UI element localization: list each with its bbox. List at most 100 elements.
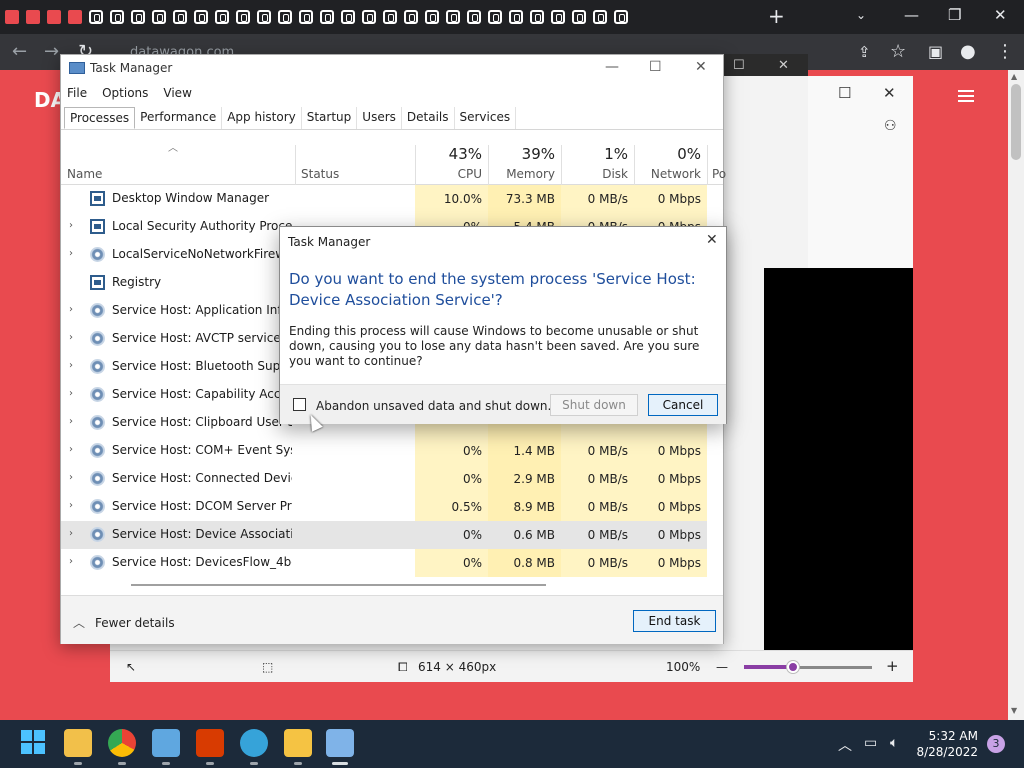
- snip-people-icon[interactable]: ⚇: [884, 118, 897, 134]
- browser-tab-favicon[interactable]: [278, 10, 292, 24]
- share-icon[interactable]: ⇪: [858, 42, 871, 62]
- col-name[interactable]: Name: [67, 167, 102, 181]
- network-total[interactable]: 0%: [634, 145, 701, 163]
- hamburger-menu-icon[interactable]: [958, 90, 974, 102]
- browser-tab-favicon[interactable]: [110, 10, 124, 24]
- col-disk[interactable]: Disk: [561, 167, 628, 181]
- cpu-total[interactable]: 43%: [415, 145, 482, 163]
- col-cpu[interactable]: CPU: [415, 167, 482, 181]
- start-button[interactable]: [20, 729, 48, 757]
- menu-kebab-icon[interactable]: ⋮: [996, 42, 1014, 62]
- table-row[interactable]: › Service Host: Connected Device... 0%2.9 …: [61, 465, 707, 493]
- abandon-data-checkbox[interactable]: [293, 398, 306, 411]
- browser-tab-favicon[interactable]: [236, 10, 250, 24]
- chrome-icon[interactable]: [108, 729, 136, 757]
- browser-tab-favicon[interactable]: [572, 10, 586, 24]
- cancel-button[interactable]: Cancel: [648, 394, 718, 416]
- expand-chevron-icon[interactable]: ›: [69, 304, 73, 315]
- tm-minimize-icon[interactable]: —: [605, 59, 619, 75]
- col-network[interactable]: Network: [634, 167, 701, 181]
- restore-button[interactable]: ❐: [948, 6, 961, 24]
- browser-tab-favicon[interactable]: [425, 10, 439, 24]
- browser-tab-favicon[interactable]: [299, 10, 313, 24]
- bookmark-star-icon[interactable]: ☆: [890, 42, 906, 62]
- back-icon[interactable]: ←: [12, 42, 27, 62]
- new-tab-button[interactable]: +: [768, 6, 785, 26]
- selection-tool-icon[interactable]: ⬚: [262, 660, 273, 674]
- side-panel-icon[interactable]: ▣: [928, 42, 943, 62]
- profile-icon[interactable]: ●: [960, 42, 976, 62]
- browser-tab-favicon[interactable]: [509, 10, 523, 24]
- menu-file[interactable]: File: [67, 86, 87, 100]
- sort-up-icon[interactable]: ︿: [168, 139, 178, 154]
- browser-tab-favicon[interactable]: [362, 10, 376, 24]
- clock[interactable]: 5:32 AM 8/28/2022: [912, 728, 978, 760]
- expand-chevron-icon[interactable]: ›: [69, 332, 73, 343]
- browser-tab-favicon[interactable]: [215, 10, 229, 24]
- notepad-icon[interactable]: [152, 729, 180, 757]
- tray-chevron-up-icon[interactable]: ︿: [838, 735, 852, 755]
- globe-app-icon[interactable]: [240, 729, 268, 757]
- table-row[interactable]: › Service Host: COM+ Event Syste... 0%1.4 …: [61, 437, 707, 465]
- browser-tab-favicon[interactable]: [152, 10, 166, 24]
- pointer-tool-icon[interactable]: ↖: [126, 660, 136, 674]
- tab-processes[interactable]: Processes: [64, 107, 136, 129]
- col-power-truncated[interactable]: Po: [712, 167, 726, 181]
- shut-down-button[interactable]: Shut down: [550, 394, 638, 416]
- snip-close-icon[interactable]: ✕: [883, 84, 896, 102]
- horizontal-scroll-thumb[interactable]: [131, 584, 546, 586]
- expand-chevron-icon[interactable]: ›: [69, 360, 73, 371]
- expand-chevron-icon[interactable]: ›: [69, 388, 73, 399]
- forward-icon[interactable]: →: [44, 42, 59, 62]
- browser-tab-favicon[interactable]: [89, 10, 103, 24]
- tab-app-history[interactable]: App history: [222, 107, 302, 129]
- browser-tab-favicon[interactable]: [404, 10, 418, 24]
- tab-performance[interactable]: Performance: [135, 107, 223, 129]
- tab-details[interactable]: Details: [402, 107, 455, 129]
- fewer-details-button[interactable]: ︿ Fewer details: [73, 614, 175, 631]
- dialog-close-icon[interactable]: ✕: [706, 232, 718, 248]
- table-row-selected[interactable]: › Service Host: Device Associatio... 0% 0.6…: [61, 521, 707, 549]
- table-row[interactable]: › Service Host: DevicesFlow_4bd45 0%0.8 MB…: [61, 549, 707, 577]
- dark-window-maximize-icon[interactable]: ☐: [733, 58, 745, 73]
- tab-startup[interactable]: Startup: [302, 107, 358, 129]
- browser-tab-favicon[interactable]: [530, 10, 544, 24]
- notification-badge[interactable]: 3: [987, 735, 1005, 753]
- table-row[interactable]: Desktop Window Manager 10.0% 73.3 MB 0 MB/s…: [61, 185, 707, 213]
- browser-tab-favicon[interactable]: [26, 10, 40, 24]
- end-task-button[interactable]: End task: [633, 610, 716, 632]
- browser-tab-favicon[interactable]: [68, 10, 82, 24]
- browser-tab-favicon[interactable]: [593, 10, 607, 24]
- tm-maximize-icon[interactable]: ☐: [649, 59, 662, 75]
- browser-tab-favicon[interactable]: [320, 10, 334, 24]
- col-status[interactable]: Status: [301, 167, 339, 181]
- browser-tab-favicon[interactable]: [194, 10, 208, 24]
- browser-tab-favicon[interactable]: [614, 10, 628, 24]
- browser-tab-favicon[interactable]: [47, 10, 61, 24]
- browser-tab-favicon[interactable]: [383, 10, 397, 24]
- expand-chevron-icon[interactable]: ›: [69, 556, 73, 567]
- dark-window-close-icon[interactable]: ✕: [778, 58, 789, 73]
- scroll-down-icon[interactable]: ▼: [1011, 706, 1017, 715]
- close-button[interactable]: ✕: [994, 6, 1007, 24]
- expand-chevron-icon[interactable]: ›: [69, 248, 73, 259]
- browser-tab-favicon[interactable]: [173, 10, 187, 24]
- browser-tab-favicon[interactable]: [488, 10, 502, 24]
- browser-tab-favicon[interactable]: [257, 10, 271, 24]
- zoom-out-icon[interactable]: —: [716, 660, 728, 674]
- horizontal-scrollbar[interactable]: [61, 580, 723, 590]
- expand-chevron-icon[interactable]: ›: [69, 416, 73, 427]
- tab-users[interactable]: Users: [357, 107, 402, 129]
- volume-icon[interactable]: 🔈︎: [890, 735, 898, 751]
- minimize-button[interactable]: —: [904, 6, 919, 24]
- browser-tab-favicon[interactable]: [341, 10, 355, 24]
- col-memory[interactable]: Memory: [488, 167, 555, 181]
- browser-tab-favicon[interactable]: [5, 10, 19, 24]
- photos-app-icon[interactable]: [284, 729, 312, 757]
- table-row[interactable]: › Service Host: DCOM Server Proc... 0.5%8.…: [61, 493, 707, 521]
- expand-chevron-icon[interactable]: ›: [69, 500, 73, 511]
- abandon-data-label[interactable]: Abandon unsaved data and shut down.: [316, 399, 551, 413]
- expand-chevron-icon[interactable]: ›: [69, 444, 73, 455]
- browser-tab-favicon[interactable]: [551, 10, 565, 24]
- scroll-up-icon[interactable]: ▲: [1011, 72, 1017, 81]
